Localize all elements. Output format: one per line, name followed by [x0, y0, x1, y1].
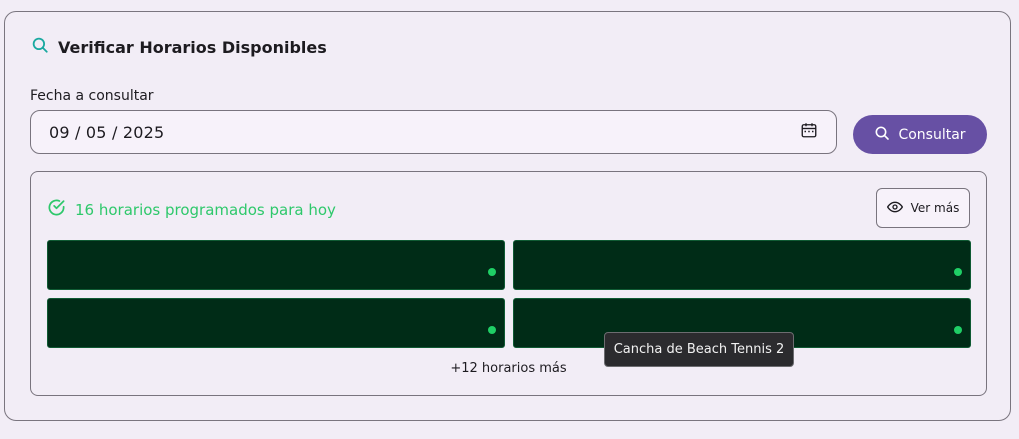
- date-field-label: Fecha a consultar: [30, 88, 154, 104]
- see-more-label: Ver más: [910, 201, 960, 215]
- date-value[interactable]: 09 / 05 / 2025: [49, 123, 800, 142]
- see-more-button[interactable]: Ver más: [876, 188, 970, 228]
- results-panel: 16 horarios programados para hoy Ver más…: [30, 171, 987, 396]
- status-dot: [954, 326, 962, 334]
- schedule-slot[interactable]: [513, 240, 971, 290]
- tooltip: Cancha de Beach Tennis 2: [604, 332, 794, 367]
- status-dot: [488, 326, 496, 334]
- status-text: 16 horarios programados para hoy: [75, 200, 336, 219]
- card-header: Verificar Horarios Disponibles: [31, 36, 327, 58]
- date-input[interactable]: 09 / 05 / 2025: [30, 110, 837, 154]
- status-row: 16 horarios programados para hoy: [47, 198, 336, 221]
- search-icon: [874, 125, 890, 145]
- schedule-slot[interactable]: [47, 298, 505, 348]
- status-dot: [488, 268, 496, 276]
- eye-icon: [886, 199, 903, 218]
- search-icon: [31, 36, 49, 58]
- card-title: Verificar Horarios Disponibles: [58, 37, 327, 57]
- schedule-slot[interactable]: [47, 240, 505, 290]
- check-circle-icon: [47, 198, 66, 221]
- availability-card: Verificar Horarios Disponibles Fecha a c…: [4, 11, 1011, 421]
- consult-button-label: Consultar: [898, 126, 966, 143]
- consult-button[interactable]: Consultar: [853, 115, 987, 154]
- status-dot: [954, 268, 962, 276]
- more-slots-text: +12 horarios más: [450, 361, 567, 376]
- calendar-icon[interactable]: [800, 121, 818, 143]
